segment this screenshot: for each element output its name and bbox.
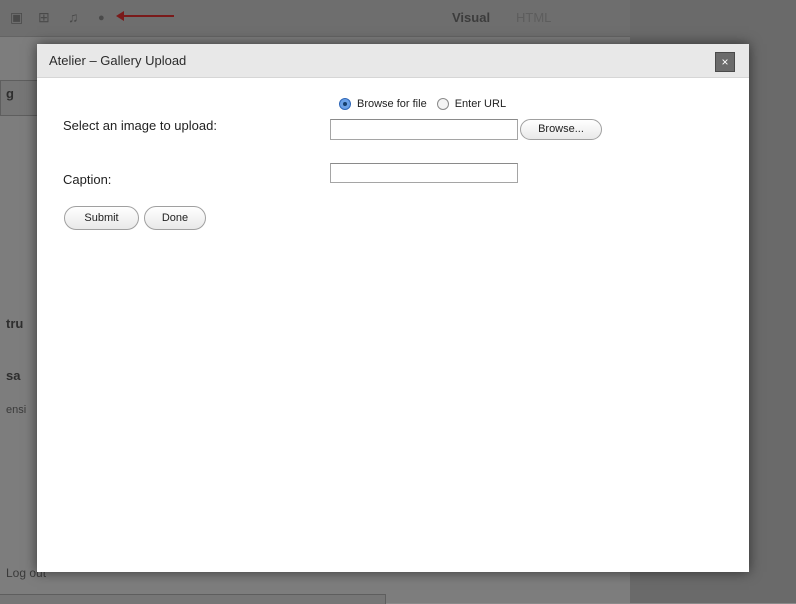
browse-button-label: Browse... xyxy=(538,123,584,135)
tab-visual[interactable]: Visual xyxy=(452,10,490,25)
caption-input[interactable] xyxy=(330,163,518,183)
tab-html[interactable]: HTML xyxy=(516,10,551,25)
editor-toolbar: ▣ ⊞ ♫ ● Visual HTML xyxy=(0,0,630,37)
file-path-input[interactable] xyxy=(330,119,518,140)
done-button[interactable]: Done xyxy=(144,206,206,230)
close-button[interactable]: × xyxy=(715,52,735,72)
annotation-arrow xyxy=(118,15,174,17)
browse-button[interactable]: Browse... xyxy=(520,119,602,140)
music-icon: ♫ xyxy=(68,9,79,25)
caption-label: Caption: xyxy=(63,172,112,187)
gallery-icon: ⊞ xyxy=(38,9,50,25)
submit-button-label: Submit xyxy=(84,212,119,224)
image-upload-label: Select an image to upload: xyxy=(63,118,217,133)
done-button-label: Done xyxy=(161,212,189,224)
radio-checked-icon[interactable] xyxy=(339,98,351,110)
radio-enter-url[interactable]: Enter URL xyxy=(436,98,507,110)
radio-unchecked-icon[interactable] xyxy=(436,98,449,110)
media-icon: ● xyxy=(98,12,105,24)
background-text-fragment: ensi xyxy=(6,404,27,416)
submit-button[interactable]: Submit xyxy=(64,206,139,230)
close-icon: × xyxy=(721,55,729,69)
background-text-fragment: tru xyxy=(6,316,24,331)
radio-label: Browse for file xyxy=(357,98,427,110)
radio-label: Enter URL xyxy=(454,98,507,110)
background-text-fragment: sa xyxy=(6,368,21,383)
image-icon: ▣ xyxy=(10,9,24,25)
source-radio-group: Browse for file Enter URL xyxy=(339,95,516,113)
dialog-titlebar: Atelier – Gallery Upload × xyxy=(37,44,749,78)
radio-browse-for-file[interactable]: Browse for file xyxy=(339,98,427,110)
background-text-fragment: g xyxy=(6,86,14,101)
gallery-upload-dialog: Atelier – Gallery Upload × Select an ima… xyxy=(37,44,749,572)
dialog-title: Atelier – Gallery Upload xyxy=(49,53,187,68)
